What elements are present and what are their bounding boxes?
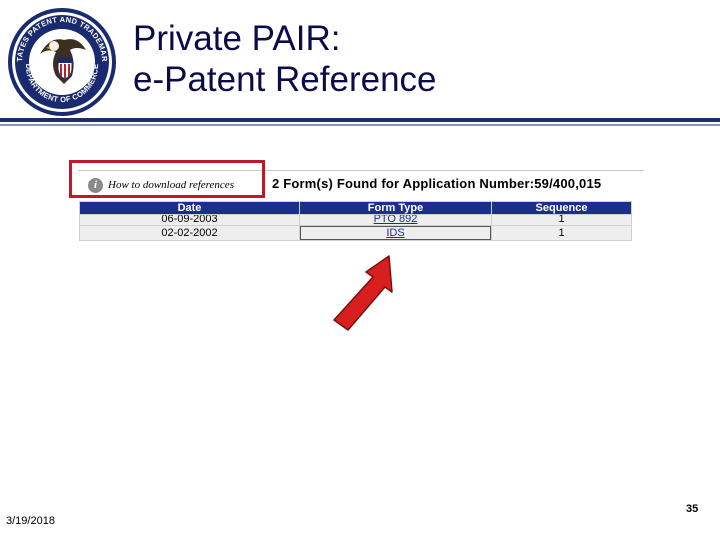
header-rule-thin <box>0 124 720 126</box>
table-row: 02-02-2002 IDS 1 <box>80 226 631 240</box>
row-sequence: 1 <box>492 215 631 225</box>
table-header-row: Date Form Type Sequence <box>80 202 631 214</box>
pair-screenshot: i How to download references 2 Form(s) F… <box>69 160 646 246</box>
title-line-2: e-Patent Reference <box>133 60 437 99</box>
title-line-1: Private PAIR: <box>133 19 341 58</box>
column-header-form-type[interactable]: Form Type <box>300 202 491 214</box>
row-date: 02-02-2002 <box>80 226 299 240</box>
row-date: 06-09-2003 <box>80 215 299 225</box>
row-sequence: 1 <box>492 226 631 240</box>
column-header-sequence[interactable]: Sequence <box>492 202 631 214</box>
ids-form-link[interactable]: IDS <box>300 226 491 240</box>
uspto-seal-logo: UNITED STATES PATENT AND TRADEMARK OFFIC… <box>6 6 116 116</box>
slide-page-number: 35 <box>686 503 699 515</box>
table-row: 06-09-2003 PTO 892 1 <box>80 215 631 225</box>
form-type-link[interactable]: PTO 892 <box>300 215 491 225</box>
header-rule-thick <box>0 118 720 122</box>
slide-date: 3/19/2018 <box>6 515 55 527</box>
column-header-date[interactable]: Date <box>80 202 299 214</box>
highlight-box <box>69 160 265 198</box>
forms-table: Date Form Type Sequence 06-09-2003 PTO 8… <box>79 201 632 241</box>
forms-found-heading: 2 Form(s) Found for Application Number:5… <box>272 176 602 191</box>
red-pointer-arrow-icon <box>333 255 393 331</box>
slide-title: Private PAIR: e-Patent Reference <box>133 18 437 100</box>
